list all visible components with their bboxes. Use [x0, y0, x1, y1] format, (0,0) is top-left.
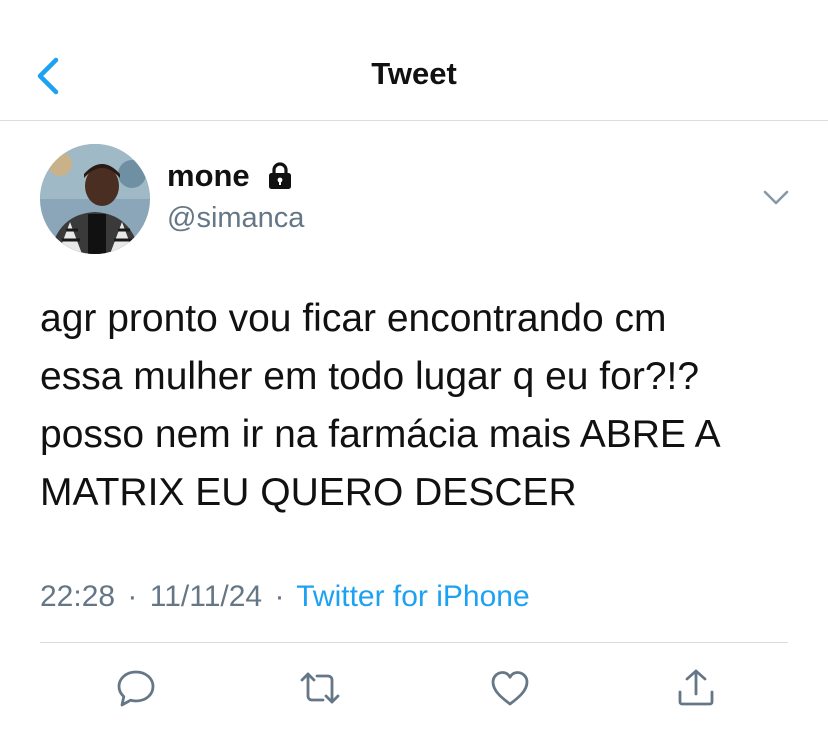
more-options-button[interactable]	[760, 186, 792, 210]
avatar[interactable]	[40, 144, 150, 254]
tweet-text-line: agr pronto vou ficar encontrando cm	[40, 297, 667, 340]
tweet-text-line: MATRIX EU QUERO DESCER	[40, 471, 577, 514]
meta-separator: ·	[127, 580, 138, 613]
tweet-time: 22:28	[40, 580, 116, 613]
reply-button[interactable]	[114, 666, 158, 710]
heart-icon	[491, 671, 529, 706]
header-divider	[0, 120, 828, 121]
share-button[interactable]	[674, 666, 718, 710]
lock-icon	[268, 162, 291, 189]
chevron-down-icon	[763, 190, 789, 205]
top-bar: Tweet	[0, 0, 828, 120]
page-title: Tweet	[371, 56, 457, 91]
share-icon	[678, 669, 714, 706]
tweet-text-line: posso nem ir na farmácia mais ABRE A	[40, 413, 721, 456]
retweet-icon	[300, 672, 340, 704]
tweet-date: 11/11/24	[149, 580, 263, 613]
display-name[interactable]: mone	[167, 158, 250, 194]
avatar-image	[40, 144, 150, 254]
tweet-text-line: essa mulher em todo lugar q eu for?!?	[40, 355, 700, 398]
user-name-row: mone	[167, 158, 296, 194]
like-button[interactable]	[488, 666, 532, 710]
tweet-metadata: 22:28 · 11/11/24 · Twitter for iPhone	[40, 580, 530, 614]
meta-separator: ·	[274, 580, 285, 613]
tweet-text: agr pronto vou ficar encontrando cm essa…	[40, 290, 800, 522]
user-handle[interactable]: @simanca	[167, 202, 304, 235]
actions-divider	[40, 642, 788, 643]
retweet-button[interactable]	[298, 666, 342, 710]
tweet-source-link[interactable]: Twitter for iPhone	[296, 580, 529, 613]
reply-icon	[117, 670, 155, 707]
